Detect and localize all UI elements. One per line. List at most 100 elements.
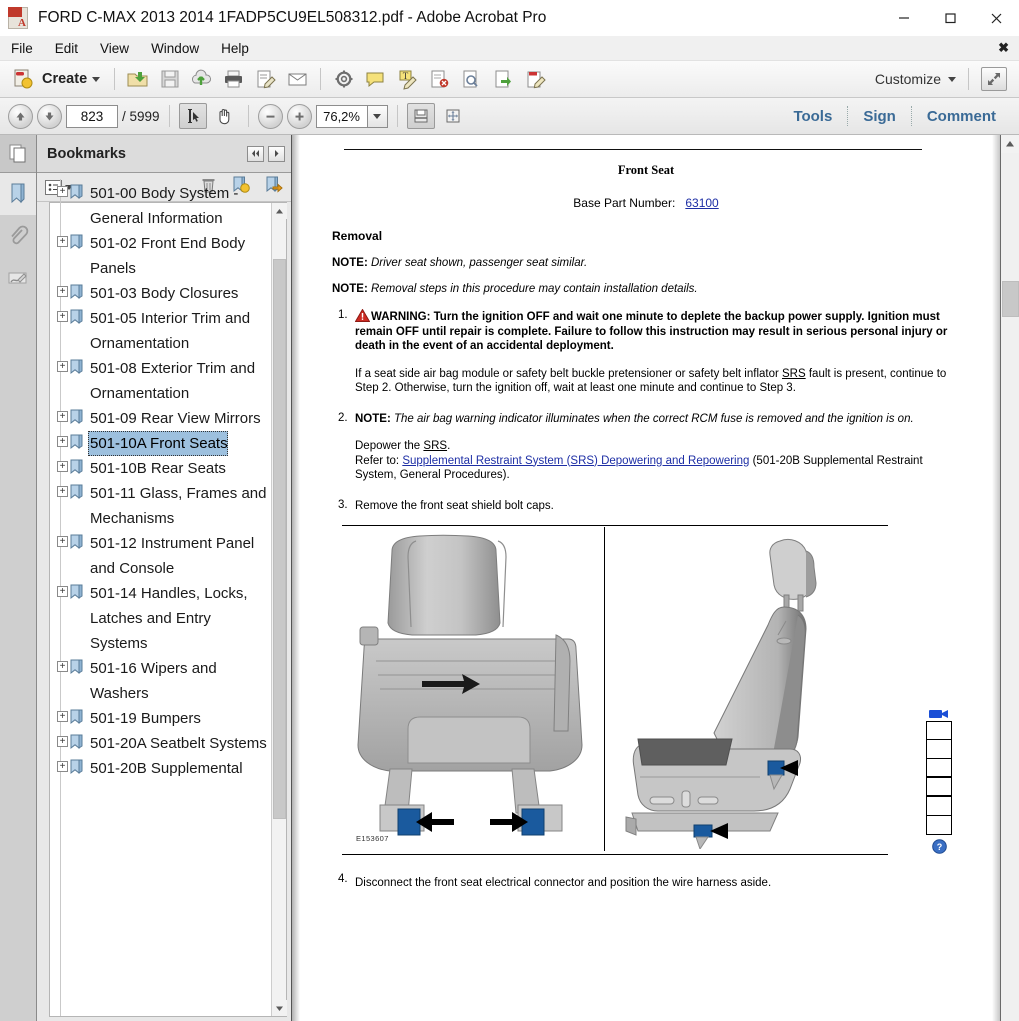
page-thumbnails-icon[interactable] <box>0 135 36 173</box>
bookmark-item[interactable]: +501-03 Body Closures <box>50 281 271 306</box>
search-document-icon[interactable] <box>457 65 486 94</box>
bookmark-expand-icon[interactable]: + <box>57 586 68 597</box>
close-document-button[interactable]: ✖ <box>998 40 1009 56</box>
bookmark-item[interactable]: +501-05 Interior Trim and Ornamentation <box>50 306 271 356</box>
export-icon[interactable] <box>489 65 518 94</box>
bookmark-item[interactable]: +501-02 Front End Body Panels <box>50 231 271 281</box>
fit-page-button[interactable] <box>439 103 467 129</box>
scroll-track[interactable] <box>1001 153 1019 1021</box>
float-toolbar-cell[interactable] <box>926 740 952 759</box>
float-toolbar-cell[interactable] <box>926 797 952 816</box>
comment-bubble-icon[interactable] <box>361 65 390 94</box>
menu-help[interactable]: Help <box>210 39 260 58</box>
open-file-icon[interactable] <box>123 65 152 94</box>
nav-collapse-icon[interactable] <box>247 146 264 162</box>
highlight-text-icon[interactable]: T <box>393 65 422 94</box>
bookmark-expand-icon[interactable]: + <box>57 486 68 497</box>
srs-term: SRS <box>423 440 447 452</box>
bookmark-expand-icon[interactable]: + <box>57 536 68 547</box>
float-toolbar-cell[interactable] <box>926 759 952 778</box>
document-scrollbar[interactable] <box>1000 135 1019 1021</box>
create-button[interactable]: Create <box>6 65 106 94</box>
float-toolbar-cell[interactable] <box>926 778 952 797</box>
edit-pdf-icon[interactable] <box>521 65 550 94</box>
bookmark-expand-icon[interactable]: + <box>57 661 68 672</box>
bookmark-expand-icon[interactable]: + <box>57 436 68 447</box>
right-tool-buttons: Tools Sign Comment <box>778 98 1011 135</box>
scroll-track[interactable] <box>272 219 287 1000</box>
redact-icon[interactable] <box>425 65 454 94</box>
menu-edit[interactable]: Edit <box>44 39 89 58</box>
previous-page-button[interactable] <box>8 104 33 129</box>
panel-nav-buttons <box>247 146 285 162</box>
sign-document-icon[interactable] <box>251 65 280 94</box>
expand-arrows-icon[interactable] <box>981 67 1007 91</box>
save-icon[interactable] <box>155 65 184 94</box>
bookmark-item[interactable]: +501-14 Handles, Locks, Latches and Entr… <box>50 581 271 656</box>
print-icon[interactable] <box>219 65 248 94</box>
bookmarks-scrollbar[interactable] <box>271 203 286 1016</box>
customize-label[interactable]: Customize <box>875 71 941 87</box>
sign-button[interactable]: Sign <box>848 108 911 125</box>
scroll-thumb[interactable] <box>1002 281 1019 317</box>
step-3-number: 3. <box>338 499 348 511</box>
zoom-out-button[interactable] <box>258 104 283 129</box>
menu-file[interactable]: File <box>0 39 44 58</box>
fit-width-button[interactable] <box>407 103 435 129</box>
help-circle-icon[interactable]: ? <box>926 837 952 855</box>
attachments-icon[interactable] <box>0 215 36 257</box>
bookmark-item[interactable]: +501-11 Glass, Frames and Mechanisms <box>50 481 271 531</box>
settings-gear-icon[interactable] <box>329 65 358 94</box>
maximize-button[interactable] <box>927 0 973 36</box>
bookmark-item[interactable]: +501-20B Supplemental <box>50 756 271 781</box>
scroll-down-arrow[interactable] <box>272 1000 287 1016</box>
bookmark-expand-icon[interactable]: + <box>57 286 68 297</box>
signatures-icon[interactable] <box>0 257 36 299</box>
chevron-down-icon[interactable] <box>948 77 956 82</box>
page-number-input[interactable]: 823 <box>66 105 118 128</box>
tools-button[interactable]: Tools <box>778 108 847 125</box>
bookmark-item[interactable]: +501-09 Rear View Mirrors <box>50 406 271 431</box>
bookmark-expand-icon[interactable]: + <box>57 186 68 197</box>
hand-tool-button[interactable] <box>211 103 239 129</box>
bookmark-item[interactable]: +501-19 Bumpers <box>50 706 271 731</box>
bookmark-item[interactable]: +501-08 Exterior Trim and Ornamentation <box>50 356 271 406</box>
next-page-button[interactable] <box>37 104 62 129</box>
float-toolbar-cell[interactable] <box>926 721 952 740</box>
bookmark-item[interactable]: +501-10B Rear Seats <box>50 456 271 481</box>
bookmark-expand-icon[interactable]: + <box>57 361 68 372</box>
scroll-up-arrow[interactable] <box>272 203 287 219</box>
bookmark-item[interactable]: +501-16 Wipers and Washers <box>50 656 271 706</box>
minimize-button[interactable] <box>881 0 927 36</box>
float-toolbar-cell[interactable] <box>926 816 952 835</box>
bookmarks-icon[interactable] <box>0 173 36 215</box>
zoom-level-input[interactable]: 76,2% <box>316 105 368 128</box>
bookmark-item[interactable]: +501-00 Body System - General Informatio… <box>50 181 271 231</box>
zoom-in-button[interactable] <box>287 104 312 129</box>
comment-button[interactable]: Comment <box>912 108 1011 125</box>
bookmark-expand-icon[interactable]: + <box>57 461 68 472</box>
bookmark-expand-icon[interactable]: + <box>57 236 68 247</box>
bookmark-expand-icon[interactable]: + <box>57 736 68 747</box>
upload-cloud-icon[interactable] <box>187 65 216 94</box>
bookmark-item[interactable]: +501-20A Seatbelt Systems <box>50 731 271 756</box>
refer-link[interactable]: Supplemental Restraint System (SRS) Depo… <box>402 455 749 467</box>
scroll-up-arrow[interactable] <box>1001 135 1019 153</box>
bookmark-expand-icon[interactable]: + <box>57 711 68 722</box>
nav-expand-icon[interactable] <box>268 146 285 162</box>
select-text-tool-button[interactable] <box>179 103 207 129</box>
close-button[interactable] <box>973 0 1019 36</box>
bookmark-item[interactable]: +501-10A Front Seats <box>50 431 271 456</box>
menu-window[interactable]: Window <box>140 39 210 58</box>
video-camera-icon[interactable] <box>926 707 952 721</box>
menu-view[interactable]: View <box>89 39 140 58</box>
bookmark-expand-icon[interactable]: + <box>57 411 68 422</box>
bookmark-expand-icon[interactable]: + <box>57 761 68 772</box>
base-part-number-link[interactable]: 63100 <box>685 196 718 210</box>
zoom-dropdown-button[interactable] <box>368 105 388 128</box>
bookmark-item[interactable]: +501-12 Instrument Panel and Console <box>50 531 271 581</box>
bookmark-expand-icon[interactable]: + <box>57 311 68 322</box>
pdf-page-content: Front Seat Base Part Number: 63100 Remov… <box>292 135 1000 1021</box>
scroll-thumb[interactable] <box>273 259 286 819</box>
email-icon[interactable] <box>283 65 312 94</box>
